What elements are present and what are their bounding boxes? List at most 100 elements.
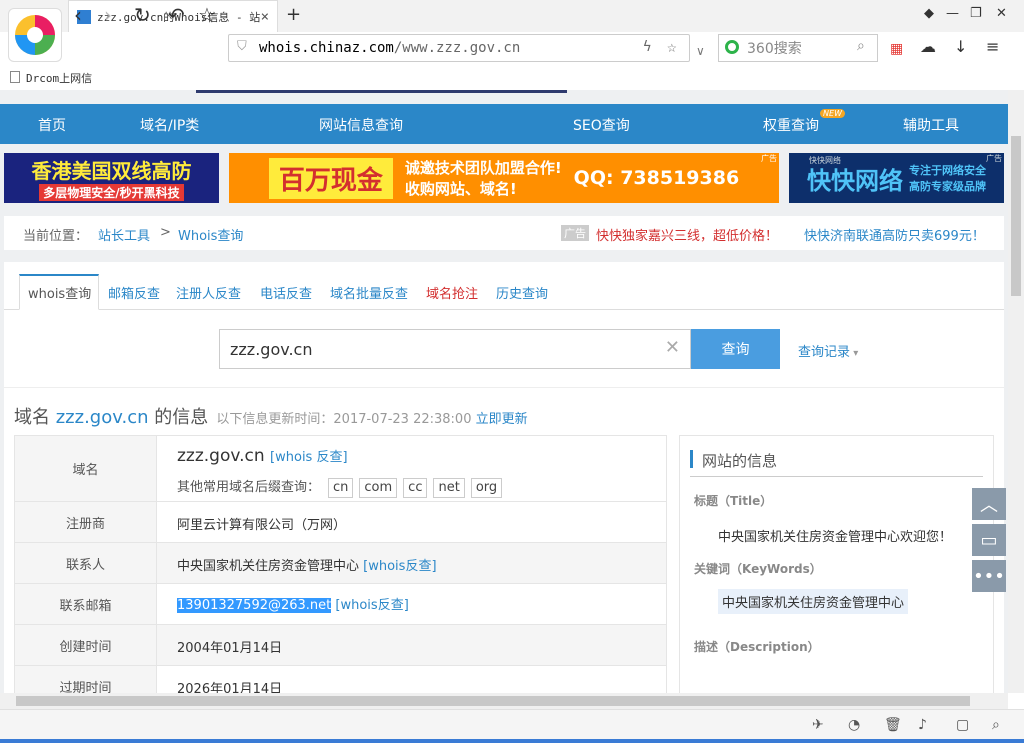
clear-icon[interactable]: ✕ xyxy=(665,337,680,358)
bookmark-item[interactable]: Drcom上网信 xyxy=(26,70,92,86)
vertical-scrollbar[interactable] xyxy=(1008,90,1024,693)
whois-table: 域名 zzz.gov.cn [whois 反查] 其他常用域名后缀查询： cn co… xyxy=(14,435,667,693)
nav-home[interactable]: 首页 xyxy=(38,115,66,135)
search-icon[interactable]: ⌕ xyxy=(857,38,865,54)
banner-cash[interactable]: 百万现金 诚邀技术团队加盟合作! 收购网站、域名! QQ: 738519386 … xyxy=(229,153,779,203)
banner2-main: 百万现金 xyxy=(268,157,393,199)
breadcrumb: 当前位置： 站长工具 > Whois查询 广告 快快独家嘉兴三线，超低价格！ 快… xyxy=(4,216,1004,250)
horizontal-scroll-thumb[interactable] xyxy=(16,696,970,706)
window-icon[interactable]: ▢ xyxy=(956,717,969,733)
tab-history[interactable]: 历史查询 xyxy=(496,283,548,302)
domain-reverse-link[interactable]: [whois 反查] xyxy=(270,450,348,465)
lightning-icon[interactable]: ϟ xyxy=(643,39,651,55)
nav-weight[interactable]: 权重查询 NEW xyxy=(763,109,845,135)
back-icon[interactable]: ‹ xyxy=(74,4,82,26)
breadcrumb-home[interactable]: 站长工具 xyxy=(98,225,150,244)
breadcrumb-current[interactable]: Whois查询 xyxy=(178,225,243,244)
table-row: 创建时间 2004年01月14日 xyxy=(15,625,666,666)
site-info-panel: 网站的信息 标题（Title） 中央国家机关住房资金管理中心欢迎您！ 关键词（K… xyxy=(679,435,994,693)
suffix-cc[interactable]: cc xyxy=(403,478,428,498)
horizontal-scrollbar[interactable] xyxy=(0,693,1008,709)
menu-icon[interactable]: ≡ xyxy=(986,36,999,58)
suffix-com[interactable]: com xyxy=(359,478,398,498)
keywords-label: 关键词（KeyWords） xyxy=(694,562,822,576)
update-time: 以下信息更新时间：2017-07-23 22:38:00 xyxy=(216,412,472,427)
created-value: 2004年01月14日 xyxy=(177,641,283,656)
apps-icon[interactable]: ▦ xyxy=(890,38,903,60)
security-shield-icon: ⛉ xyxy=(237,39,247,54)
ad-link-2[interactable]: 快快济南联通高防只卖699元！ xyxy=(804,225,985,244)
banner-kuaikuai[interactable]: 快快网络 快快网络 专注于网络安全 高防专家级品牌 广告 xyxy=(789,153,1004,203)
feedback-button[interactable]: ▭ xyxy=(972,524,1006,556)
row-label: 联系人 xyxy=(15,543,157,583)
close-window-icon[interactable]: ✕ xyxy=(996,6,1007,21)
nav-seo[interactable]: SEO查询 xyxy=(573,115,630,135)
vertical-scroll-thumb[interactable] xyxy=(1011,136,1021,296)
tab-email-reverse[interactable]: 邮箱反查 xyxy=(108,283,160,302)
sound-icon[interactable]: ♪ xyxy=(918,717,927,733)
refresh-icon[interactable]: ↻ xyxy=(134,4,151,26)
domain-query-input[interactable]: zzz.gov.cn ✕ xyxy=(219,329,691,369)
breadcrumb-separator: > xyxy=(160,225,171,240)
main-nav: 首页 域名/IP类 网站信息查询 SEO查询 权重查询 NEW 辅助工具 xyxy=(0,104,1008,144)
nav-domain-ip[interactable]: 域名/IP类 xyxy=(140,115,199,135)
scroll-top-button[interactable]: ︿ xyxy=(972,488,1006,520)
suffix-org[interactable]: org xyxy=(470,478,503,498)
restore-icon[interactable]: ❐ xyxy=(970,6,982,21)
keyword-tag[interactable]: 中央国家机关住房资金管理中心 xyxy=(718,589,909,614)
dropdown-chevron-icon[interactable]: ∨ xyxy=(696,40,705,62)
undo-icon[interactable]: ↶ xyxy=(168,4,185,26)
more-button[interactable]: ••• xyxy=(972,560,1006,592)
whois-card: whois查询 邮箱反查 注册人反查 电话反查 域名批量反查 域名抢注 历史查询… xyxy=(4,262,1004,693)
caret-down-icon: ▾ xyxy=(850,348,859,359)
zoom-icon[interactable]: ⌕ xyxy=(992,717,1000,733)
favorite-icon[interactable]: ☆ xyxy=(198,4,216,26)
status-bar: ✈ ◔ 🗑 ♪ ▢ ⌕ xyxy=(0,709,1024,743)
email-text[interactable]: 13901327592@263.net xyxy=(177,598,332,613)
table-row: 联系人 中央国家机关住房资金管理中心 [whois反查] xyxy=(15,543,666,584)
tab-registrant-reverse[interactable]: 注册人反查 xyxy=(176,283,241,302)
new-tab-icon[interactable]: + xyxy=(286,4,301,25)
minimize-icon[interactable]: — xyxy=(946,6,959,21)
suffix-net[interactable]: net xyxy=(433,478,465,498)
trash-icon[interactable]: 🗑 xyxy=(884,717,902,733)
tab-close-icon[interactable]: × xyxy=(261,9,269,25)
heading-domain[interactable]: zzz.gov.cn xyxy=(56,407,149,428)
email-value: 13901327592@263.net [whois反查] xyxy=(177,594,409,613)
domain-text: zzz.gov.cn xyxy=(177,446,265,466)
contact-reverse-link[interactable]: [whois反查] xyxy=(363,559,436,574)
address-bar[interactable]: ⛉ whois.chinaz.com /www.zzz.gov.cn ϟ ☆ xyxy=(228,34,690,62)
update-now-link[interactable]: 立即更新 xyxy=(476,412,528,427)
contact-value: 中央国家机关住房资金管理中心 [whois反查] xyxy=(177,555,437,574)
query-history[interactable]: 查询记录 ▾ xyxy=(798,341,858,360)
email-reverse-link[interactable]: [whois反查] xyxy=(335,598,408,613)
download-icon[interactable]: ↓ xyxy=(954,36,967,58)
bookmark-star-icon[interactable]: ☆ xyxy=(667,37,677,56)
table-row: 域名 zzz.gov.cn [whois 反查] 其他常用域名后缀查询： cn co… xyxy=(15,436,666,502)
banner-hk-defense[interactable]: 香港美国双线高防 多层物理安全/秒开黑科技 xyxy=(4,153,219,203)
contact-text: 中央国家机关住房资金管理中心 xyxy=(177,559,360,574)
pin-icon[interactable]: ✈ xyxy=(812,717,824,733)
search-input[interactable]: 360搜索 ⌕ xyxy=(718,34,878,62)
speed-icon[interactable]: ◔ xyxy=(848,717,860,733)
skin-icon[interactable]: ◆ xyxy=(924,6,934,21)
query-button[interactable]: 查询 xyxy=(691,329,780,369)
forward-icon[interactable]: › xyxy=(104,4,112,26)
banner2-sub: 收购网站、域名! xyxy=(404,180,517,198)
tab-batch-reverse[interactable]: 域名批量反查 xyxy=(330,283,408,302)
nav-site-info[interactable]: 网站信息查询 xyxy=(319,115,403,135)
suffix-label: 其他常用域名后缀查询： xyxy=(177,480,321,495)
row-label: 过期时间 xyxy=(15,666,157,693)
row-label: 创建时间 xyxy=(15,625,157,665)
taskbar-strip xyxy=(0,739,1024,743)
cloud-icon[interactable]: ☁ xyxy=(920,36,936,58)
nav-tools[interactable]: 辅助工具 xyxy=(903,115,959,135)
row-label: 注册商 xyxy=(15,502,157,542)
search-engine-icon xyxy=(725,40,739,54)
ad-link-1[interactable]: 快快独家嘉兴三线，超低价格！ xyxy=(596,225,778,244)
page-icon xyxy=(10,71,20,83)
browser-logo[interactable] xyxy=(8,8,62,62)
suffix-cn[interactable]: cn xyxy=(328,478,354,498)
tab-phone-reverse[interactable]: 电话反查 xyxy=(260,283,312,302)
tab-domain-snatch[interactable]: 域名抢注 xyxy=(426,283,478,302)
